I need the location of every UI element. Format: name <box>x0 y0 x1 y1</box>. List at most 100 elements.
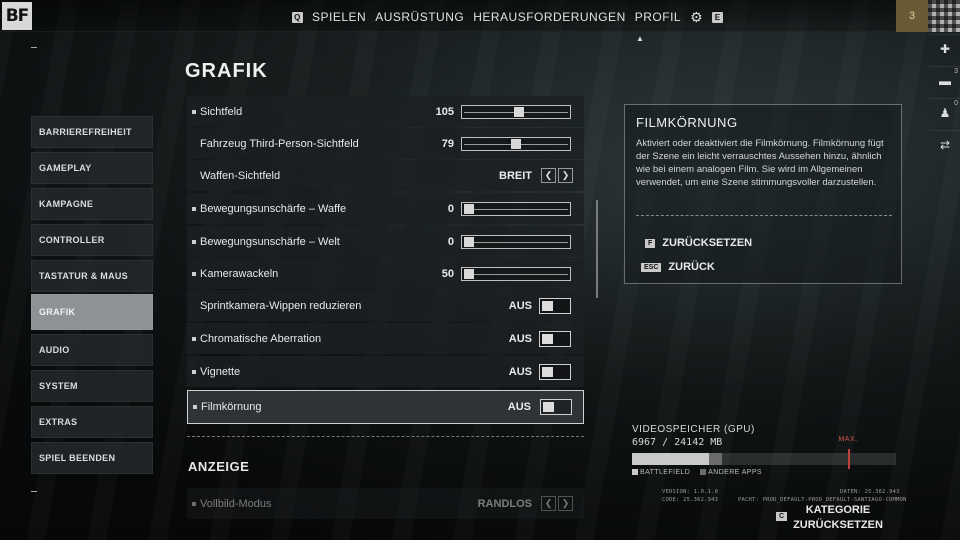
setting-bullet <box>192 239 196 244</box>
toggle-knob <box>543 402 554 412</box>
menu-item-barrierefreiheit[interactable]: BARRIEREFREIHEIT <box>31 116 153 148</box>
setting-row[interactable]: Vignette AUS <box>187 356 584 387</box>
add-friend-icon[interactable]: ✚ <box>930 34 960 62</box>
setting-row[interactable]: Filmkörnung AUS <box>187 390 584 424</box>
nav-item-herausforderungen[interactable]: HERAUSFORDERUNGEN <box>473 10 626 24</box>
vram-max-marker <box>848 449 851 469</box>
menu-item-spiel-beenden[interactable]: SPIEL BEENDEN <box>31 442 153 474</box>
setting-row[interactable]: Bewegungsunschärfe – Waffe 0 <box>187 193 584 224</box>
esc-key-hint-icon: ESC <box>641 262 662 272</box>
setting-bullet <box>192 369 196 374</box>
switch-icon[interactable]: ⇄ <box>930 130 960 158</box>
f-key-hint-icon: F <box>645 238 656 248</box>
menu-item-kampagne[interactable]: KAMPAGNE <box>31 188 153 220</box>
setting-row[interactable]: Bewegungsunschärfe – Welt 0 <box>187 226 584 257</box>
chevron-left-icon[interactable]: ❮ <box>541 496 556 511</box>
nav-item-spielen[interactable]: SPIELEN <box>312 10 366 24</box>
menu-divider-bottom <box>31 491 37 492</box>
menu-item-controller[interactable]: CONTROLLER <box>31 224 153 256</box>
active-tab-marker-icon: ▲ <box>636 34 644 43</box>
setting-value: 0 <box>447 235 454 248</box>
setting-slider[interactable] <box>461 266 571 281</box>
vram-legend: BATTLEFIELD ANDERE APPS <box>632 469 896 476</box>
player-emblem-icon[interactable] <box>928 0 960 32</box>
setting-row[interactable]: Chromatische Aberration AUS <box>187 323 584 354</box>
setting-label: Waffen-Sichtfeld <box>200 169 281 182</box>
setting-toggle[interactable] <box>539 363 571 380</box>
setting-slider[interactable] <box>461 201 571 216</box>
back-button[interactable]: ESC ZURÜCK <box>641 261 715 273</box>
menu-item-extras[interactable]: EXTRAS <box>31 406 153 438</box>
player-level-badge[interactable]: 3 <box>896 0 928 32</box>
legend-battlefield: BATTLEFIELD <box>632 469 690 476</box>
setting-toggle[interactable] <box>540 399 572 415</box>
reset-button[interactable]: F ZURÜCKSETZEN <box>645 237 752 249</box>
settings-gear-icon[interactable]: ⚙ <box>690 10 703 24</box>
slider-track <box>464 208 568 210</box>
setting-toggle[interactable] <box>539 297 571 314</box>
setting-slider[interactable] <box>461 136 571 151</box>
slider-knob[interactable] <box>513 106 524 117</box>
e-key-hint-icon: E <box>712 11 724 23</box>
slider-knob[interactable] <box>464 203 474 214</box>
setting-value: AUS <box>508 332 532 345</box>
setting-label: Sichtfeld <box>200 105 243 118</box>
setting-bullet <box>193 405 197 409</box>
setting-slider[interactable] <box>461 104 571 119</box>
setting-bullet <box>192 271 196 276</box>
slider-track <box>464 241 568 243</box>
slider-knob[interactable] <box>464 268 474 279</box>
menu-divider-top <box>31 47 37 48</box>
menu-item-gameplay[interactable]: GAMEPLAY <box>31 152 153 184</box>
setting-label: Fahrzeug Third-Person-Sichtfeld <box>200 137 359 150</box>
menu-item-audio[interactable]: AUDIO <box>31 334 153 366</box>
setting-info-panel: FILMKÖRNUNG Aktiviert oder deaktiviert d… <box>624 104 902 284</box>
setting-slider[interactable] <box>461 234 571 249</box>
setting-label: Bewegungsunschärfe – Welt <box>200 235 340 248</box>
setting-value: AUS <box>507 401 531 413</box>
category-reset-button[interactable]: C KATEGORIE ZURÜCKSETZEN <box>776 503 883 533</box>
code-text: CODE: 25.362.943 <box>662 497 719 503</box>
setting-toggle[interactable] <box>539 330 571 347</box>
party-icon[interactable]: ♟ 0 <box>930 98 960 126</box>
right-rail: ✚ ▬ 3 ♟ 0 ⇄ <box>930 34 960 164</box>
setting-label: Bewegungsunschärfe – Waffe <box>200 202 347 215</box>
slider-knob[interactable] <box>464 236 474 247</box>
q-key-hint-icon: Q <box>292 11 303 23</box>
toggle-knob <box>542 366 553 377</box>
c-key-hint-icon: C <box>776 512 788 521</box>
menu-item-system[interactable]: SYSTEM <box>31 370 153 402</box>
toggle-knob <box>542 333 553 344</box>
setting-value: AUS <box>508 365 532 378</box>
nav-item-profil[interactable]: PROFIL <box>635 10 681 24</box>
party-count: 0 <box>954 100 958 107</box>
nav-item-ausruestung[interactable]: AUSRÜSTUNG <box>375 10 464 24</box>
vram-bar-battlefield <box>632 453 709 465</box>
menu-item-tastatur-maus[interactable]: TASTATUR & MAUS <box>31 260 153 292</box>
setting-row[interactable]: Fahrzeug Third-Person-Sichtfeld 79 <box>187 128 584 159</box>
setting-row[interactable]: Kamerawackeln 50 <box>187 258 584 289</box>
setting-value: 105 <box>435 105 454 118</box>
settings-scrollbar[interactable] <box>596 200 598 298</box>
setting-label: Chromatische Aberration <box>200 332 322 345</box>
vram-title: VIDEOSPEICHER (GPU) <box>632 424 755 435</box>
main-nav: Q SPIELEN AUSRÜSTUNG HERAUSFORDERUNGEN P… <box>292 8 724 26</box>
chevron-left-icon[interactable]: ❮ <box>541 168 556 183</box>
select-arrows: ❮ ❯ <box>541 168 573 183</box>
setting-row[interactable]: Waffen-Sichtfeld BREIT ❮ ❯ <box>187 160 584 191</box>
chevron-right-icon[interactable]: ❯ <box>558 496 573 511</box>
setting-bullet <box>192 336 196 341</box>
messages-icon[interactable]: ▬ 3 <box>930 66 960 94</box>
messages-count: 3 <box>954 68 958 75</box>
info-description: Aktiviert oder deaktiviert die Filmkörnu… <box>636 138 884 188</box>
slider-knob[interactable] <box>511 138 522 149</box>
reset-label: ZURÜCKSETZEN <box>662 237 753 249</box>
menu-item-grafik[interactable]: GRAFIK <box>31 294 153 330</box>
toggle-knob <box>542 300 553 311</box>
setting-row-vollbild-modus[interactable]: Vollbild-Modus RANDLOS ❮ ❯ <box>187 488 584 519</box>
setting-row[interactable]: Sprintkamera-Wippen reduzieren AUS <box>187 290 584 321</box>
chevron-right-icon[interactable]: ❯ <box>558 168 573 183</box>
slider-track <box>464 273 568 275</box>
setting-row[interactable]: Sichtfeld 105 <box>187 96 584 127</box>
setting-label: Filmkörnung <box>201 401 262 413</box>
